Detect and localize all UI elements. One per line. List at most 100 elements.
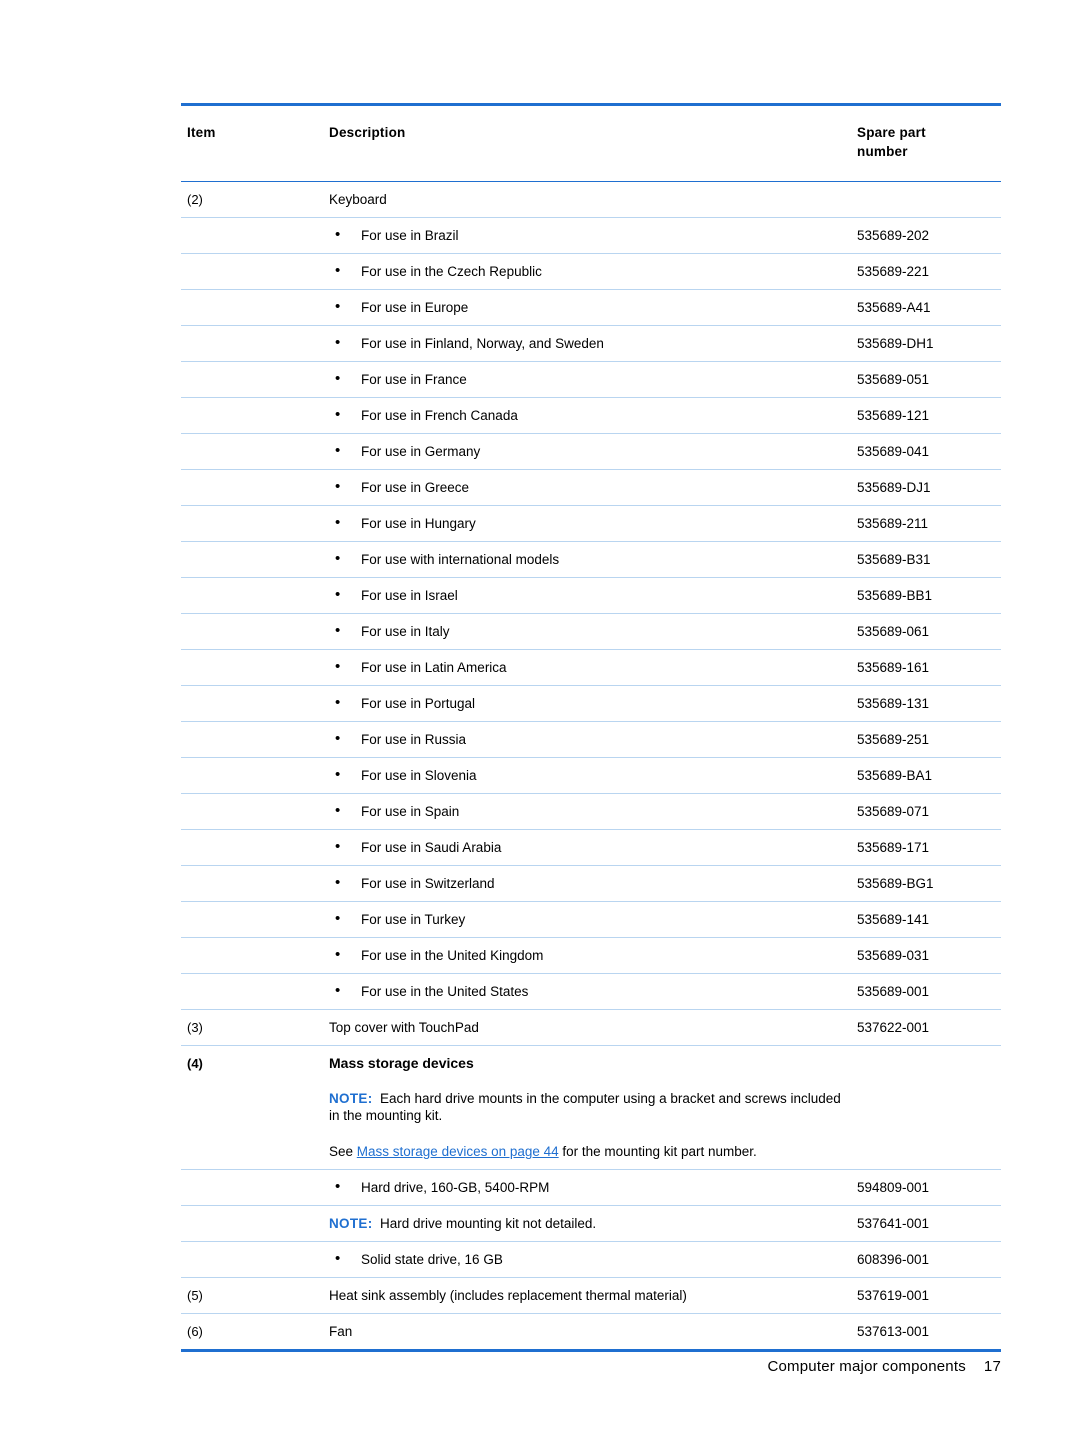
row-description: Mass storage devices — [329, 1055, 474, 1071]
row-spare: 535689-161 — [857, 660, 930, 675]
row-spare: 535689-BA1 — [857, 768, 933, 783]
table-row-section-heading: (4) Mass storage devices — [181, 1046, 1001, 1082]
row-description: Top cover with TouchPad — [329, 1020, 479, 1035]
row-spare: 535689-211 — [857, 516, 929, 531]
row-spare: 535689-251 — [857, 732, 930, 747]
row-item — [181, 1170, 257, 1188]
row-description: For use with international models — [257, 542, 849, 577]
row-item — [181, 506, 257, 524]
row-description: For use in Saudi Arabia — [257, 830, 849, 865]
row-spare: 535689-141 — [857, 912, 930, 927]
note-label: NOTE: — [329, 1216, 373, 1231]
table-row: (3) Top cover with TouchPad 537622-001 — [181, 1009, 1001, 1046]
row-description: Keyboard — [329, 192, 387, 207]
row-item — [181, 974, 257, 992]
row-item — [181, 866, 257, 884]
row-item — [181, 794, 257, 812]
page-footer: Computer major components 17 — [767, 1358, 1001, 1375]
table-row: For use in the Czech Republic 535689-221 — [181, 253, 1001, 290]
row-spare: 535689-051 — [857, 372, 930, 387]
table-row: For use in French Canada 535689-121 — [181, 397, 1001, 434]
table-row: For use in Brazil 535689-202 — [181, 217, 1001, 254]
row-spare: 535689-071 — [857, 804, 930, 819]
row-description: For use in Europe — [257, 290, 849, 325]
table-row: For use with international models 535689… — [181, 541, 1001, 578]
table-row: For use in Finland, Norway, and Sweden 5… — [181, 325, 1001, 362]
row-spare: 535689-121 — [857, 408, 930, 423]
note-label: NOTE: — [329, 1091, 373, 1106]
row-item — [181, 650, 257, 668]
parts-table: Item Description Spare part number (2) K… — [181, 103, 1001, 1352]
row-description: For use in Germany — [257, 434, 849, 469]
table-row: For use in Europe 535689-A41 — [181, 289, 1001, 326]
row-description: For use in Finland, Norway, and Sweden — [257, 326, 849, 361]
row-item — [181, 758, 257, 776]
table-row-see-reference: See Mass storage devices on page 44 for … — [181, 1133, 1001, 1170]
table-row: For use in Italy 535689-061 — [181, 613, 1001, 650]
row-spare: 535689-202 — [857, 228, 930, 243]
note-text: Each hard drive mounts in the computer u… — [329, 1091, 841, 1123]
row-item — [181, 470, 257, 488]
row-item — [181, 1242, 257, 1260]
row-spare: 594809-001 — [857, 1180, 930, 1195]
table-row: For use in the United States 535689-001 — [181, 973, 1001, 1010]
table-row: (2) Keyboard — [181, 181, 1001, 218]
row-spare: 535689-041 — [857, 444, 930, 459]
row-item — [181, 1081, 257, 1099]
table-header-row: Item Description Spare part number — [181, 103, 1001, 182]
mass-storage-devices-link[interactable]: Mass storage devices on page 44 — [357, 1144, 559, 1159]
row-note: NOTE: Each hard drive mounts in the comp… — [257, 1081, 849, 1133]
header-spare-part: Spare part — [857, 125, 926, 140]
table-row: For use in Switzerland 535689-BG1 — [181, 865, 1001, 902]
row-description: Heat sink assembly (includes replacement… — [329, 1288, 687, 1303]
row-item — [181, 722, 257, 740]
row-description: For use in Slovenia — [257, 758, 849, 793]
parts-table-container: Item Description Spare part number (2) K… — [181, 103, 1001, 1352]
row-item — [181, 1206, 257, 1224]
table-row: For use in Turkey 535689-141 — [181, 901, 1001, 938]
row-item — [181, 326, 257, 344]
row-spare: 535689-171 — [857, 840, 930, 855]
row-description: Fan — [329, 1324, 353, 1339]
table-row-note: NOTE: Hard drive mounting kit not detail… — [181, 1205, 1001, 1242]
row-item: (2) — [187, 192, 203, 207]
row-spare: 537613-001 — [857, 1324, 930, 1339]
row-item: (4) — [187, 1056, 203, 1071]
row-description: For use in Spain — [257, 794, 849, 829]
row-spare: 535689-DJ1 — [857, 480, 931, 495]
row-description: For use in Greece — [257, 470, 849, 505]
row-spare — [849, 1046, 1001, 1064]
table-row: For use in Hungary 535689-211 — [181, 505, 1001, 542]
row-spare: 537641-001 — [857, 1216, 930, 1231]
header-spare-part-number: number — [857, 144, 908, 159]
row-description: For use in the United Kingdom — [257, 938, 849, 973]
row-description: For use in Italy — [257, 614, 849, 649]
row-spare: 608396-001 — [857, 1252, 930, 1267]
see-prefix: See — [329, 1144, 357, 1159]
row-item — [181, 830, 257, 848]
row-item — [181, 290, 257, 308]
table-row: For use in Latin America 535689-161 — [181, 649, 1001, 686]
row-spare: 535689-BB1 — [857, 588, 933, 603]
note-text: Hard drive mounting kit not detailed. — [380, 1216, 597, 1231]
footer-title: Computer major components — [767, 1358, 966, 1375]
row-description: For use in Hungary — [257, 506, 849, 541]
table-row: For use in Israel 535689-BB1 — [181, 577, 1001, 614]
row-spare: 535689-061 — [857, 624, 930, 639]
row-item — [181, 578, 257, 596]
row-item — [181, 542, 257, 560]
row-description: For use in Portugal — [257, 686, 849, 721]
row-spare — [849, 182, 1001, 200]
table-row: For use in Portugal 535689-131 — [181, 685, 1001, 722]
row-item — [181, 938, 257, 956]
row-item — [181, 254, 257, 272]
row-description: For use in France — [257, 362, 849, 397]
see-reference: See Mass storage devices on page 44 for … — [257, 1133, 849, 1169]
row-item — [181, 398, 257, 416]
row-spare: 535689-B31 — [857, 552, 931, 567]
row-spare: 535689-001 — [857, 984, 930, 999]
table-row: For use in Slovenia 535689-BA1 — [181, 757, 1001, 794]
header-item: Item — [187, 125, 216, 140]
row-item — [181, 686, 257, 704]
table-row-note: NOTE: Each hard drive mounts in the comp… — [181, 1081, 1001, 1133]
